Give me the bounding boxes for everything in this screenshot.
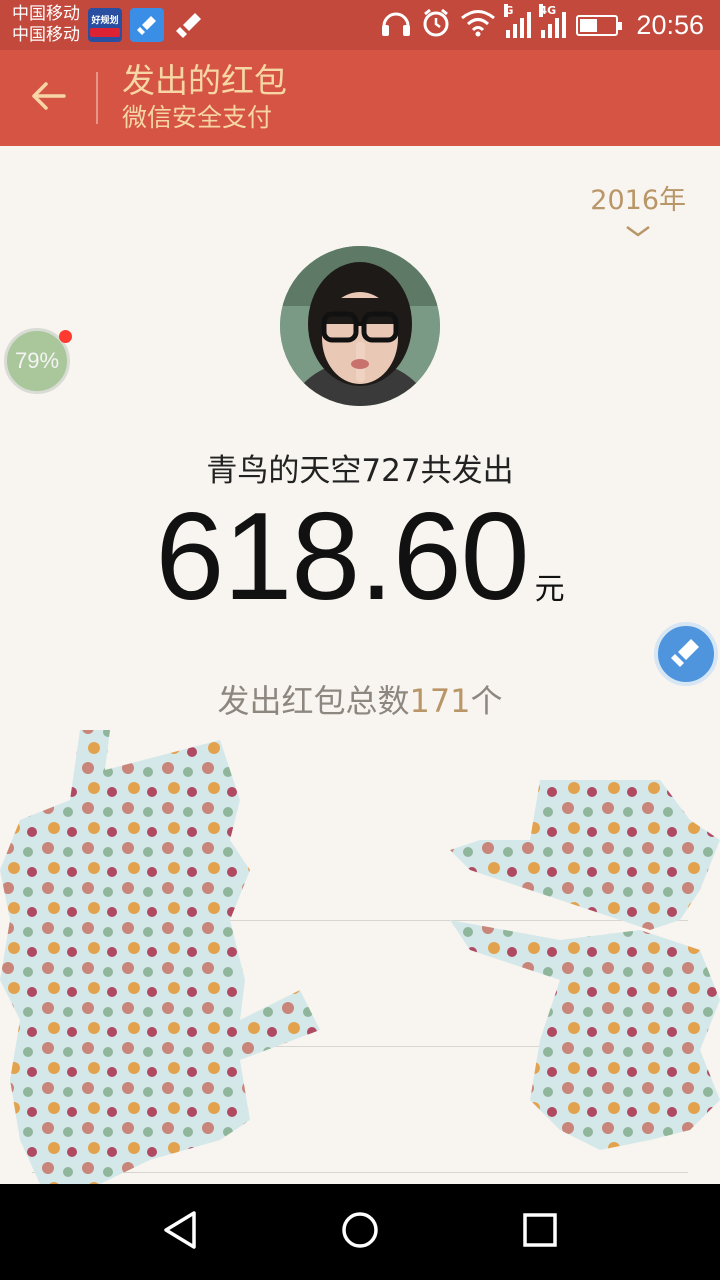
wifi-icon (460, 9, 496, 41)
battery-percent: 79% (14, 348, 60, 373)
packet-count: 发出红包总数171个 (0, 676, 720, 722)
count-value: 171 (409, 682, 471, 720)
year-selector[interactable]: 2016年 (590, 178, 686, 242)
signal-g-icon: G (504, 4, 532, 38)
sender-summary: 青鸟的天空727共发出 (206, 453, 514, 489)
carrier-info: 中国移动 中国移动 (12, 4, 80, 46)
nav-back-button[interactable] (140, 1192, 220, 1272)
carrier-1: 中国移动 (12, 4, 80, 24)
page-title: 发出的红包 (122, 61, 287, 100)
count-prefix: 发出红包总数 (217, 682, 410, 720)
battery-icon (576, 14, 623, 36)
broom-icon (669, 635, 703, 673)
year-label: 2016年 (590, 185, 686, 216)
back-button[interactable] (0, 50, 96, 146)
nav-back-icon (162, 1210, 198, 1254)
avatar (280, 246, 440, 406)
headset-icon (380, 8, 412, 42)
nav-recents-icon (522, 1212, 558, 1252)
clock: 20:56 (636, 9, 704, 40)
nav-home-icon (340, 1210, 380, 1254)
signal-4g-icon: 4G (539, 4, 567, 38)
page-subtitle: 微信安全支付 (122, 103, 273, 132)
nav-home-button[interactable] (320, 1192, 400, 1272)
cleaner-app-icon (130, 8, 164, 42)
alarm-icon (422, 8, 450, 42)
chevron-down-icon (590, 223, 686, 242)
total-amount: 618.60 元 (0, 492, 720, 622)
count-suffix: 个 (470, 682, 503, 720)
decorative-background (0, 720, 720, 1184)
arrow-left-icon (30, 80, 66, 116)
carrier-2: 中国移动 (12, 25, 80, 45)
title-bar: 发出的红包 微信安全支付 (0, 50, 720, 146)
floating-cleaner-button[interactable] (654, 622, 718, 686)
currency-unit: 元 (534, 572, 565, 607)
nav-recents-button[interactable] (500, 1192, 580, 1272)
broom-icon (172, 8, 206, 42)
amount-value: 618.60 (155, 488, 529, 626)
planner-app-icon: 好规划 (88, 8, 122, 42)
navigation-bar (0, 1184, 720, 1280)
status-bar: 中国移动 中国移动 好规划 G 4G 20:56 (0, 0, 720, 50)
notification-dot (59, 330, 72, 343)
title-divider (96, 72, 98, 124)
